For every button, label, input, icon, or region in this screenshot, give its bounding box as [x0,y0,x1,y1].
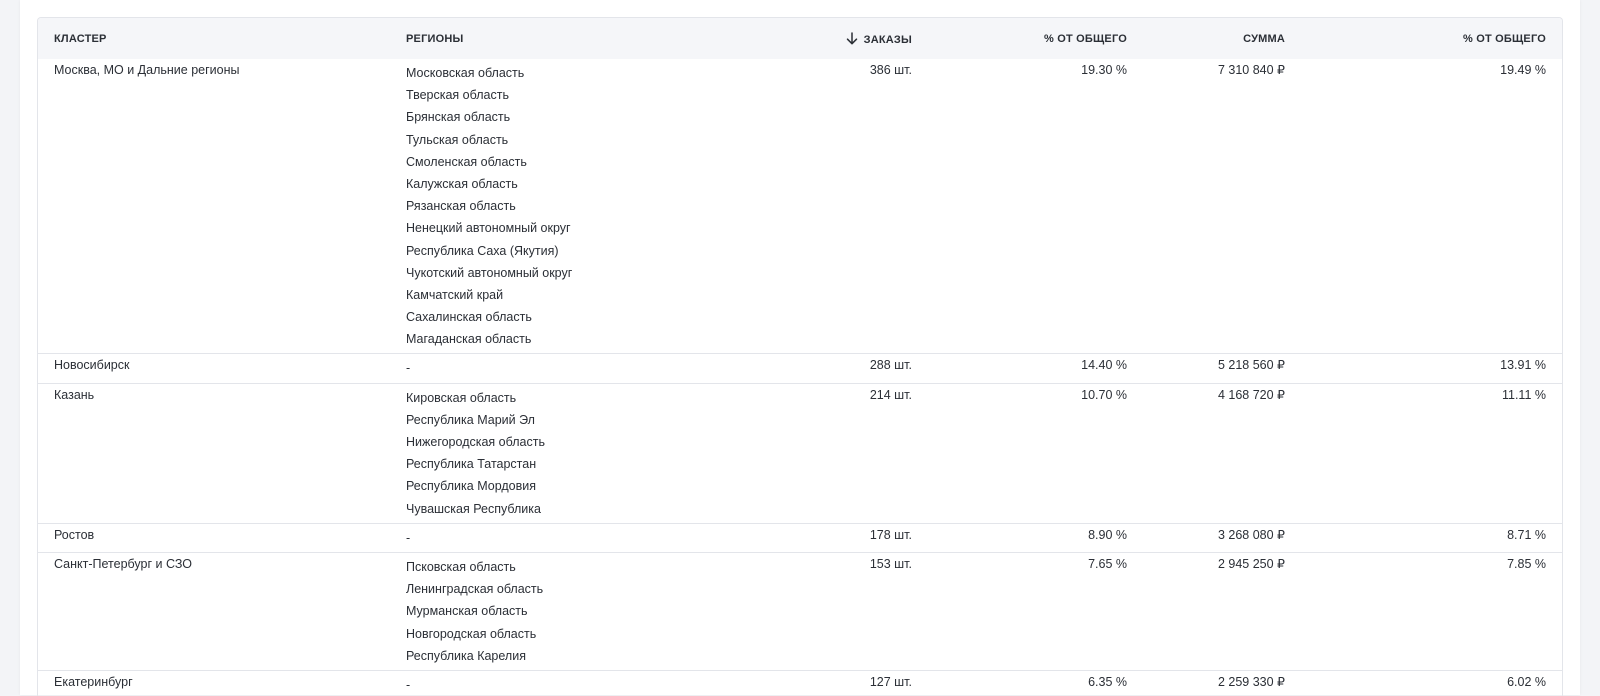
cell-regions: - [390,523,690,552]
cell-orders-pct: 8.90 % [1088,527,1127,542]
cell-orders-pct: 10.70 % [1081,387,1127,402]
region-item: - [406,677,411,692]
table-header-row: КЛАСТЕР РЕГИОНЫ ЗАКАЗЫ % ОТ ОБЩЕГО СУММА… [38,18,1562,59]
table-row: Ростов - 178 шт. 8.90 % 3 268 080 ₽ 8.71 % [38,523,1562,553]
cell-sum: 3 268 080 ₽ [1217,527,1285,542]
region-item: - [406,530,411,545]
cell-sum: 5 218 560 ₽ [1217,358,1285,373]
region-item: Нижегородская область [406,435,545,449]
cell-regions: Кировская область Республика Марий Эл Ниже… [390,383,690,523]
region-item: Кировская область [406,390,517,405]
region-item: Мурманская область [406,604,528,619]
region-list: - [406,674,674,696]
region-item: Республика Мордовия [406,479,536,494]
region-item: - [406,361,411,376]
cell-cluster: Екатеринбург [54,674,133,689]
region-item: Магаданская область [406,332,532,347]
cell-orders: 386 шт. [869,63,912,77]
region-list: Псковская область Ленинградская область Му… [406,556,674,667]
region-item: Чувашская Республика [406,501,541,516]
column-header-sum-pct[interactable]: % ОТ ОБЩЕГО [1301,18,1562,59]
region-item: Смоленская область [406,154,527,169]
cell-orders: 127 шт. [869,674,912,689]
cell-cluster: Новосибирск [54,358,130,373]
region-item: Республика Карелия [406,648,526,663]
region-item: Ненецкий автономный округ [406,221,571,236]
region-list: Кировская область Республика Марий Эл Ниже… [406,387,674,520]
region-item: Московская область [406,66,525,80]
cell-sum-pct: 13.91 % [1500,358,1546,373]
clusters-table: КЛАСТЕР РЕГИОНЫ ЗАКАЗЫ % ОТ ОБЩЕГО СУММА… [38,18,1562,696]
region-list: - [406,527,674,549]
cell-sum-pct: 19.49 % [1500,63,1546,77]
cell-regions: Псковская область Ленинградская область Му… [390,552,690,670]
cell-cluster: Санкт-Петербург и СЗО [54,556,192,571]
cell-orders: 214 шт. [869,387,912,402]
cell-regions: Московская область Тверская область Брянск… [390,59,690,354]
cell-sum-pct: 6.02 % [1507,674,1546,689]
cell-sum-pct: 11.11 % [1501,387,1546,402]
cell-sum: 2 945 250 ₽ [1217,556,1285,571]
region-item: Калужская область [406,176,518,191]
region-item: Тульская область [406,132,509,147]
cell-cluster: Москва, МО и Дальние регионы [54,63,240,77]
region-item: Сахалинская область [406,310,532,325]
cell-cluster: Ростов [54,527,95,542]
region-item: Чукотский автономный округ [406,265,573,280]
arrow-down-icon[interactable] [846,31,858,45]
content-panel: КЛАСТЕР РЕГИОНЫ ЗАКАЗЫ % ОТ ОБЩЕГО СУММА… [20,0,1580,696]
table-row: Новосибирск - 288 шт. 14.40 % 5 218 560 ₽ 13.… [38,354,1562,384]
cell-sum: 7 310 840 ₽ [1217,63,1285,77]
cell-regions: - [390,670,690,696]
table-row: Санкт-Петербург и СЗО Псковская область Ле… [38,552,1562,671]
region-item: Псковская область [406,559,516,574]
region-item: Республика Саха (Якутия) [406,243,559,258]
cell-orders: 288 шт. [869,358,912,373]
table-row: Екатеринбург - 127 шт. 6.35 % 2 259 330 ₽ 6.0… [38,670,1562,696]
cell-orders-pct: 14.40 % [1081,358,1127,373]
region-item: Камчатский край [406,287,504,302]
cell-orders-pct: 7.65 % [1088,556,1127,571]
region-list: Московская область Тверская область Брянск… [406,62,674,350]
column-header-cluster[interactable]: КЛАСТЕР [38,18,390,59]
region-item: Брянская область [406,110,511,125]
region-item: Рязанская область [406,199,516,214]
cell-orders-pct: 6.35 % [1088,674,1127,689]
column-header-orders-label: ЗАКАЗЫ [863,33,912,46]
cell-sum: 2 259 330 ₽ [1217,674,1285,689]
cell-sum-pct: 8.71 % [1507,527,1546,542]
region-item: Новгородская область [406,626,537,641]
column-header-regions[interactable]: РЕГИОНЫ [390,18,690,59]
region-item: Республика Татарстан [406,457,537,472]
table-row: Казань Кировская область Республика Марий … [38,383,1562,524]
cell-orders-pct: 19.30 % [1081,63,1127,77]
column-header-orders[interactable]: ЗАКАЗЫ [690,18,928,59]
column-header-sum[interactable]: СУММА [1143,18,1301,59]
region-item: Ленинградская область [406,582,544,597]
region-item: Республика Марий Эл [406,412,535,427]
table-row: Москва, МО и Дальние регионы Московская о… [38,59,1562,354]
cell-sum: 4 168 720 ₽ [1217,387,1285,402]
cell-orders: 153 шт. [869,556,912,571]
table-body: Москва, МО и Дальние регионы Московская о… [38,59,1562,696]
region-item: Тверская область [406,88,509,103]
region-list: - [406,357,674,379]
column-header-orders-pct[interactable]: % ОТ ОБЩЕГО [928,18,1143,59]
clusters-table-container: КЛАСТЕР РЕГИОНЫ ЗАКАЗЫ % ОТ ОБЩЕГО СУММА… [37,17,1563,696]
cell-sum-pct: 7.85 % [1507,556,1546,571]
cell-regions: - [390,354,690,383]
cell-cluster: Казань [54,387,95,402]
cell-orders: 178 шт. [869,527,912,542]
